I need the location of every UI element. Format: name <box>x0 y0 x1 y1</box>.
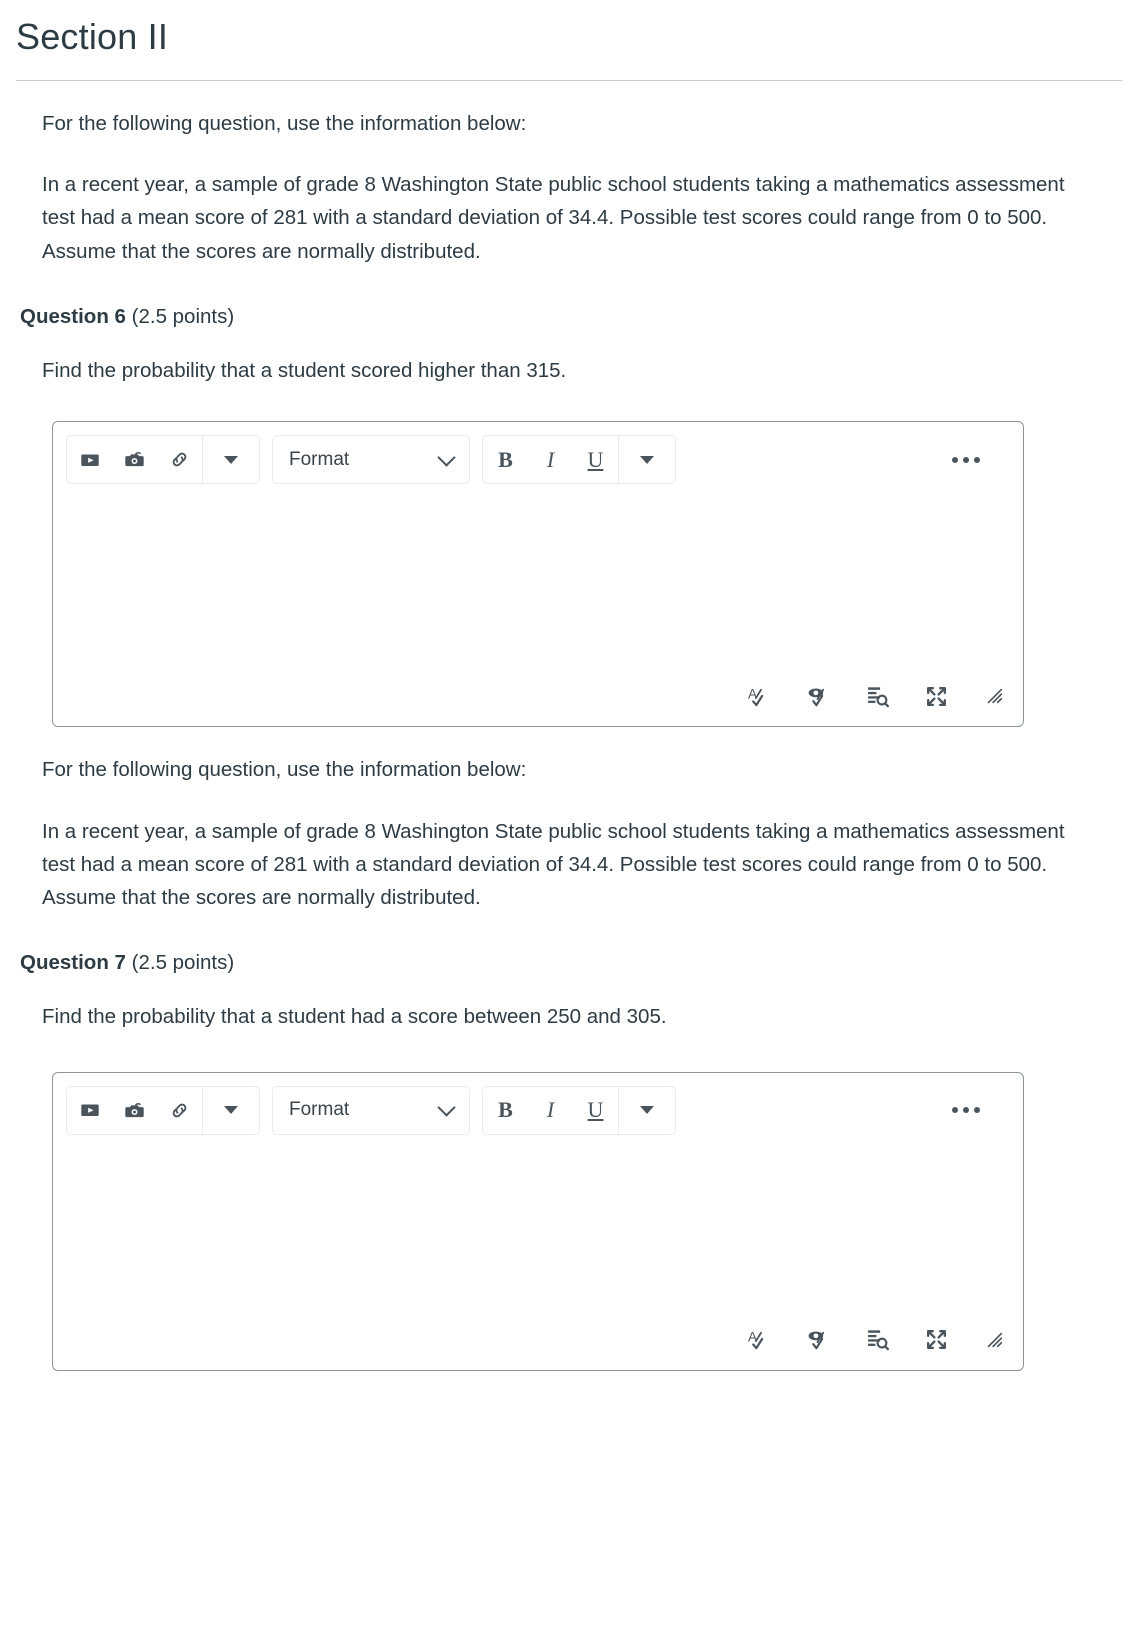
bold-button[interactable]: B <box>483 1087 528 1134</box>
question-number-6: Question 6 <box>20 304 126 328</box>
format-dropdown-trigger[interactable]: Format <box>273 436 469 483</box>
title-divider <box>16 80 1122 81</box>
intro-body-1: In a recent year, a sample of grade 8 Wa… <box>42 173 1065 263</box>
format-label: Format <box>289 448 350 470</box>
format-dropdown-1[interactable]: Format <box>272 435 470 485</box>
question-prompt-7: Find the probability that a student had … <box>42 1004 667 1028</box>
svg-text:A: A <box>748 1330 757 1345</box>
question-number-7: Question 7 <box>20 951 126 975</box>
text-menu-chevron-down-icon[interactable] <box>619 436 675 483</box>
intro-lead-1: For the following question, use the info… <box>42 112 527 135</box>
toolbar-wrapper-2: Format B I U <box>53 1073 1023 1148</box>
insert-menu-chevron-down-icon[interactable] <box>203 1087 259 1134</box>
more-options-icon[interactable] <box>952 456 1010 463</box>
insert-group-2 <box>66 1085 260 1135</box>
spellcheck-icon[interactable]: A <box>747 684 772 709</box>
editor-status-bar-2: A <box>53 1324 1023 1370</box>
editor-text-area-1[interactable] <box>53 497 1023 680</box>
editor-text-area-2[interactable] <box>53 1148 1023 1324</box>
chevron-down-icon <box>437 1098 456 1117</box>
underline-button[interactable]: U <box>573 436 618 483</box>
rich-content-editor-2[interactable]: Format B I U A <box>52 1071 1024 1371</box>
spellcheck-icon[interactable]: A <box>747 1327 772 1352</box>
link-icon[interactable] <box>157 1087 202 1134</box>
more-options-icon[interactable] <box>952 1107 1010 1114</box>
format-label: Format <box>289 1099 350 1121</box>
text-style-group-2: B I U <box>482 1085 676 1135</box>
underline-button[interactable]: U <box>573 1087 618 1134</box>
link-icon[interactable] <box>157 436 202 483</box>
insert-group-1 <box>66 435 260 485</box>
accessibility-checker-icon[interactable] <box>806 1327 831 1352</box>
editor-status-bar-1: A <box>53 680 1023 726</box>
intro-body-2: In a recent year, a sample of grade 8 Wa… <box>42 819 1065 909</box>
question-points-7: (2.5 points) <box>131 951 235 975</box>
accessibility-checker-icon[interactable] <box>806 684 831 709</box>
italic-button[interactable]: I <box>528 436 573 483</box>
media-play-icon[interactable] <box>67 436 112 483</box>
editor-toolbar-1: Format B I U <box>66 435 1010 485</box>
intro-block-1: For the following question, use the info… <box>16 107 1122 268</box>
question-heading-7: Question 7 (2.5 points) <box>20 948 1122 979</box>
format-dropdown-trigger[interactable]: Format <box>273 1087 469 1134</box>
question-prompt-6: Find the probability that a student scor… <box>42 358 567 382</box>
intro-block-2: For the following question, use the info… <box>16 753 1122 914</box>
page-content: For the following question, use the info… <box>0 107 1138 1371</box>
word-count-icon[interactable] <box>865 1327 890 1352</box>
fullscreen-icon[interactable] <box>924 684 949 709</box>
text-menu-chevron-down-icon[interactable] <box>619 1087 675 1134</box>
resize-handle-icon[interactable] <box>983 685 1005 707</box>
intro-lead-2: For the following question, use the info… <box>42 758 527 782</box>
italic-button[interactable]: I <box>528 1087 573 1134</box>
question-points-6: (2.5 points) <box>131 304 235 328</box>
word-count-icon[interactable] <box>865 684 890 709</box>
question-heading-6: Question 6 (2.5 points) <box>20 302 1122 333</box>
media-play-icon[interactable] <box>67 1087 112 1134</box>
chevron-down-icon <box>437 448 456 467</box>
page-title: Section II <box>16 16 169 57</box>
editor-toolbar-2: Format B I U <box>66 1085 1010 1135</box>
format-dropdown-2[interactable]: Format <box>272 1085 470 1135</box>
camera-icon[interactable] <box>112 436 157 483</box>
toolbar-wrapper-1: Format B I U <box>53 422 1023 497</box>
bold-button[interactable]: B <box>483 436 528 483</box>
insert-menu-chevron-down-icon[interactable] <box>203 436 259 483</box>
rich-content-editor-1[interactable]: Format B I U A <box>52 421 1024 728</box>
camera-icon[interactable] <box>112 1087 157 1134</box>
resize-handle-icon[interactable] <box>983 1329 1005 1351</box>
text-style-group-1: B I U <box>482 435 676 485</box>
fullscreen-icon[interactable] <box>924 1327 949 1352</box>
svg-text:A: A <box>748 686 757 701</box>
